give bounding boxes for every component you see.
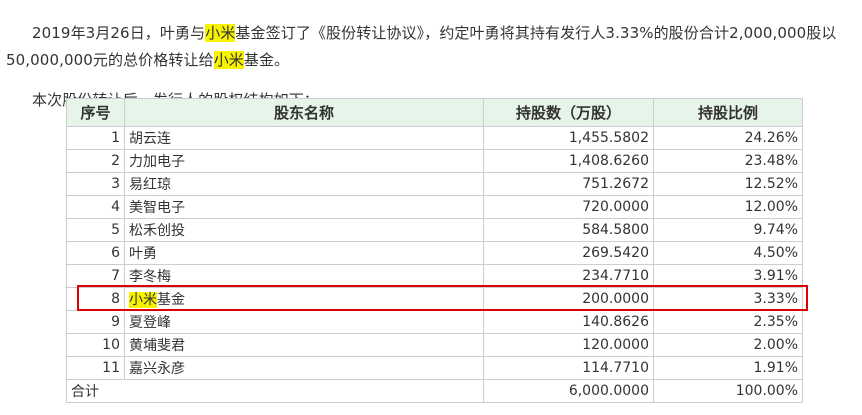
row-no: 9 xyxy=(66,310,125,334)
table-row: 1 胡云连 1,455.5802 24.26% xyxy=(66,126,803,150)
header-no: 序号 xyxy=(66,98,125,127)
highlighted-keyword: 小米 xyxy=(205,24,236,42)
row-no: 11 xyxy=(66,356,125,380)
row-shares: 200.0000 xyxy=(483,287,654,311)
row-no: 6 xyxy=(66,241,125,265)
header-ratio: 持股比例 xyxy=(653,98,803,127)
row-ratio: 1.91% xyxy=(653,356,803,380)
row-name: 力加电子 xyxy=(124,149,484,173)
row-name: 胡云连 xyxy=(124,126,484,150)
row-name: 美智电子 xyxy=(124,195,484,219)
row-name: 李冬梅 xyxy=(124,264,484,288)
row-shares: 1,455.5802 xyxy=(483,126,654,150)
row-no: 3 xyxy=(66,172,125,196)
table-row: 5 松禾创投 584.5800 9.74% xyxy=(66,218,803,242)
table-row: 2 力加电子 1,408.6260 23.48% xyxy=(66,149,803,173)
table-total-row: 合计 6,000.0000 100.00% xyxy=(66,379,803,403)
intro-text-a: 2019年3月26日，叶勇与 xyxy=(32,24,206,42)
row-shares: 1,408.6260 xyxy=(483,149,654,173)
row-name: 小米基金 xyxy=(124,287,484,311)
row-name: 嘉兴永彦 xyxy=(124,356,484,380)
row-no: 7 xyxy=(66,264,125,288)
row-no: 1 xyxy=(66,126,125,150)
intro-text-c: 基金。 xyxy=(243,51,290,69)
row-shares: 269.5420 xyxy=(483,241,654,265)
row-ratio: 24.26% xyxy=(653,126,803,150)
row-ratio: 2.35% xyxy=(653,310,803,334)
row-shares: 584.5800 xyxy=(483,218,654,242)
table-row: 9 夏登峰 140.8626 2.35% xyxy=(66,310,803,334)
intro-paragraph: 2019年3月26日，叶勇与小米基金签订了《股份转让协议》，约定叶勇将其持有发行… xyxy=(6,20,856,74)
header-shares: 持股数（万股） xyxy=(483,98,654,127)
row-shares: 140.8626 xyxy=(483,310,654,334)
table-row: 7 李冬梅 234.7710 3.91% xyxy=(66,264,803,288)
row-shares: 720.0000 xyxy=(483,195,654,219)
table-row: 10 黄埔斐君 120.0000 2.00% xyxy=(66,333,803,357)
table-row: 4 美智电子 720.0000 12.00% xyxy=(66,195,803,219)
highlighted-keyword: 小米 xyxy=(213,51,244,69)
row-shares: 120.0000 xyxy=(483,333,654,357)
row-ratio: 4.50% xyxy=(653,241,803,265)
row-shares: 114.7710 xyxy=(483,356,654,380)
row-ratio: 12.00% xyxy=(653,195,803,219)
table-row-highlighted: 8 小米基金 200.0000 3.33% xyxy=(66,287,803,311)
row-ratio: 3.91% xyxy=(653,264,803,288)
row-name: 夏登峰 xyxy=(124,310,484,334)
row-shares: 751.2672 xyxy=(483,172,654,196)
row-name: 叶勇 xyxy=(124,241,484,265)
total-label: 合计 xyxy=(66,379,484,403)
row-name: 松禾创投 xyxy=(124,218,484,242)
table-row: 3 易红琼 751.2672 12.52% xyxy=(66,172,803,196)
row-ratio: 2.00% xyxy=(653,333,803,357)
row-no: 2 xyxy=(66,149,125,173)
total-shares: 6,000.0000 xyxy=(483,379,654,403)
table-row: 6 叶勇 269.5420 4.50% xyxy=(66,241,803,265)
table-header-row: 序号 股东名称 持股数（万股） 持股比例 xyxy=(66,98,803,127)
row-name: 黄埔斐君 xyxy=(124,333,484,357)
row-no: 10 xyxy=(66,333,125,357)
highlighted-keyword: 小米 xyxy=(129,292,157,308)
row-ratio: 12.52% xyxy=(653,172,803,196)
total-ratio: 100.00% xyxy=(653,379,803,403)
row-name-rest: 基金 xyxy=(157,292,185,308)
shareholder-table: 序号 股东名称 持股数（万股） 持股比例 1 胡云连 1,455.5802 24.26… xyxy=(66,98,803,403)
row-ratio: 3.33% xyxy=(653,287,803,311)
row-name: 易红琼 xyxy=(124,172,484,196)
row-no: 4 xyxy=(66,195,125,219)
row-no: 5 xyxy=(66,218,125,242)
row-no: 8 xyxy=(66,287,125,311)
table-row: 11 嘉兴永彦 114.7710 1.91% xyxy=(66,356,803,380)
row-ratio: 9.74% xyxy=(653,218,803,242)
row-ratio: 23.48% xyxy=(653,149,803,173)
header-name: 股东名称 xyxy=(124,98,484,127)
row-shares: 234.7710 xyxy=(483,264,654,288)
